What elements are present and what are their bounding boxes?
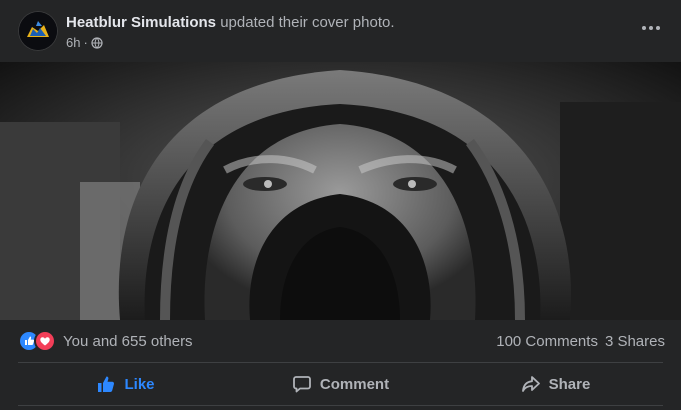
shares-count-link[interactable]: 3 Shares [605, 333, 665, 350]
post-action-text: updated their cover photo. [220, 14, 395, 31]
share-button[interactable]: Share [448, 363, 663, 405]
reaction-summary[interactable]: You and 655 others [63, 333, 193, 350]
page-avatar[interactable] [18, 11, 58, 51]
more-options-icon [642, 26, 660, 30]
post-header: Heatblur Simulations updated their cover… [0, 0, 681, 62]
globe-icon[interactable] [91, 36, 103, 49]
engagement-stats: 100 Comments 3 Shares [496, 333, 665, 350]
cover-photo[interactable] [0, 62, 681, 320]
share-icon [521, 376, 540, 392]
like-label: Like [124, 375, 155, 393]
share-label: Share [548, 375, 591, 393]
post-title-line: Heatblur Simulations updated their cover… [66, 14, 395, 31]
pilot-photo-illustration [0, 62, 681, 320]
post-timestamp[interactable]: 6h [66, 35, 80, 50]
page-name-link[interactable]: Heatblur Simulations [66, 14, 216, 31]
post-meta: 6h · [66, 35, 103, 50]
post-actions: Like Comment Share [18, 363, 663, 405]
reaction-icons[interactable] [20, 332, 56, 350]
divider [18, 405, 663, 406]
post-card: Heatblur Simulations updated their cover… [0, 0, 681, 410]
comment-button[interactable]: Comment [233, 363, 448, 405]
comments-count-link[interactable]: 100 Comments [496, 333, 598, 350]
more-options-button[interactable] [639, 16, 663, 40]
heatblur-logo-icon [19, 12, 57, 50]
comment-icon [293, 376, 311, 393]
comment-label: Comment [319, 375, 390, 393]
reactions-bar: You and 655 others 100 Comments 3 Shares [0, 320, 681, 362]
like-button[interactable]: Like [18, 363, 233, 405]
love-reaction-icon [36, 332, 54, 350]
meta-separator: · [83, 35, 88, 50]
thumbs-up-icon [98, 376, 115, 392]
